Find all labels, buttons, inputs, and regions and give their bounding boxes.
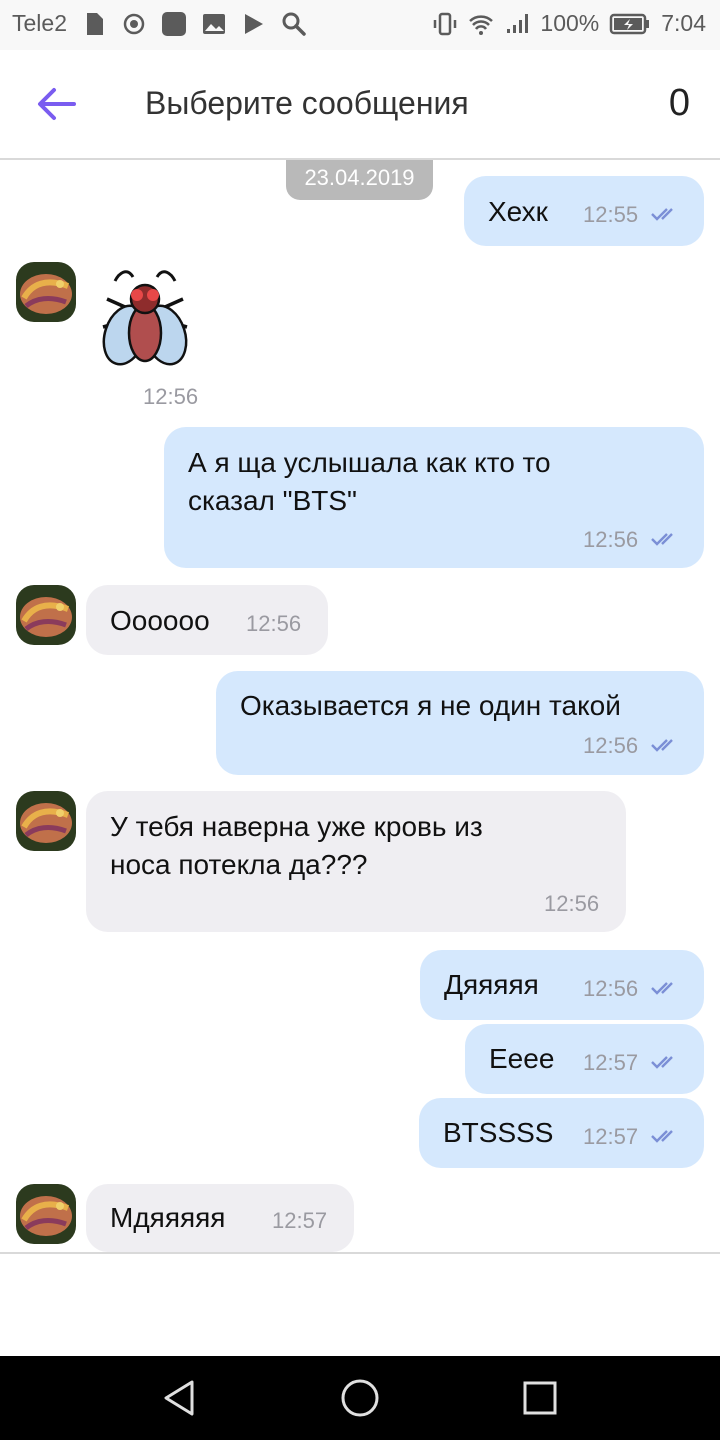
message-bubble-outgoing[interactable]: BTSSSS 12:57 bbox=[419, 1098, 704, 1168]
message-bubble-outgoing[interactable]: Ееее 12:57 bbox=[465, 1024, 704, 1094]
message-bubble-incoming[interactable]: Оооооо 12:56 bbox=[86, 585, 328, 655]
contact-avatar[interactable] bbox=[16, 1184, 76, 1244]
message-text: Дяяяяя bbox=[444, 969, 539, 1000]
battery-percent: 100% bbox=[540, 10, 600, 36]
page-title: Выберите сообщения bbox=[145, 85, 469, 121]
message-text: У тебя наверна уже кровь из носа потекла… bbox=[110, 811, 483, 880]
double-check-icon bbox=[651, 1130, 673, 1143]
double-check-icon bbox=[651, 533, 673, 546]
message-time: 12:57 bbox=[272, 1208, 328, 1233]
contact-avatar[interactable] bbox=[16, 791, 76, 851]
contact-avatar[interactable] bbox=[16, 262, 76, 322]
signal-icon bbox=[507, 13, 529, 33]
clock: 7:04 bbox=[661, 10, 706, 36]
battery-icon bbox=[609, 13, 650, 34]
message-text: А я ща услышала как кто то сказал "BTS" bbox=[188, 447, 551, 516]
navigation-bar bbox=[0, 1356, 720, 1440]
fly-sticker[interactable] bbox=[95, 263, 195, 375]
message-bubble-incoming[interactable]: У тебя наверна уже кровь из носа потекла… bbox=[86, 791, 626, 932]
back-arrow-icon[interactable] bbox=[34, 84, 78, 124]
app-notification-icon bbox=[161, 11, 186, 36]
nav-back-icon[interactable] bbox=[158, 1376, 202, 1420]
message-text: Ееее bbox=[489, 1043, 555, 1074]
message-time: 12:57 bbox=[583, 1124, 639, 1149]
double-check-icon bbox=[651, 739, 673, 752]
message-time: 12:56 bbox=[583, 733, 639, 758]
message-text: Хехк bbox=[488, 196, 548, 227]
message-time: 12:57 bbox=[583, 1050, 639, 1075]
message-time: 12:55 bbox=[583, 202, 639, 227]
message-time: 12:56 bbox=[143, 384, 199, 409]
message-time: 12:56 bbox=[583, 976, 639, 1001]
status-bar: Tele2 100% 7:04 bbox=[0, 0, 720, 50]
date-separator: 23.04.2019 bbox=[286, 160, 433, 200]
sim-card-icon bbox=[86, 12, 103, 35]
nav-recents-icon[interactable] bbox=[518, 1376, 562, 1420]
message-text: Мдяяяяя bbox=[110, 1202, 226, 1233]
message-text: Оооооо bbox=[110, 605, 210, 636]
message-bubble-outgoing[interactable]: Оказывается я не один такой 12:56 bbox=[216, 671, 704, 775]
message-bubble-outgoing[interactable]: Дяяяяя 12:56 bbox=[420, 950, 704, 1020]
double-check-icon bbox=[651, 1056, 673, 1069]
message-text: Оказывается я не один такой bbox=[240, 690, 621, 721]
selected-count: 0 bbox=[668, 82, 690, 124]
selection-header: Выберите сообщения 0 bbox=[0, 50, 720, 160]
message-bubble-incoming[interactable]: Мдяяяяя 12:57 bbox=[86, 1184, 354, 1252]
message-text: BTSSSS bbox=[443, 1117, 554, 1148]
search-icon bbox=[282, 12, 306, 36]
contact-avatar[interactable] bbox=[16, 585, 76, 645]
wifi-icon bbox=[469, 14, 494, 35]
message-bubble-outgoing[interactable]: Хехк 12:55 bbox=[464, 176, 704, 246]
hotspot-icon bbox=[123, 13, 145, 34]
vibrate-icon bbox=[434, 12, 457, 35]
gallery-icon bbox=[202, 13, 225, 34]
message-bubble-outgoing[interactable]: А я ща услышала как кто то сказал "BTS" … bbox=[164, 427, 704, 568]
double-check-icon bbox=[651, 208, 673, 221]
divider bbox=[0, 1252, 720, 1254]
message-time: 12:56 bbox=[544, 891, 600, 916]
message-time: 12:56 bbox=[246, 611, 302, 636]
nav-home-icon[interactable] bbox=[338, 1376, 382, 1420]
play-store-icon bbox=[244, 13, 263, 34]
message-time: 12:56 bbox=[583, 527, 639, 552]
carrier-label: Tele2 bbox=[12, 10, 67, 36]
double-check-icon bbox=[651, 982, 673, 995]
